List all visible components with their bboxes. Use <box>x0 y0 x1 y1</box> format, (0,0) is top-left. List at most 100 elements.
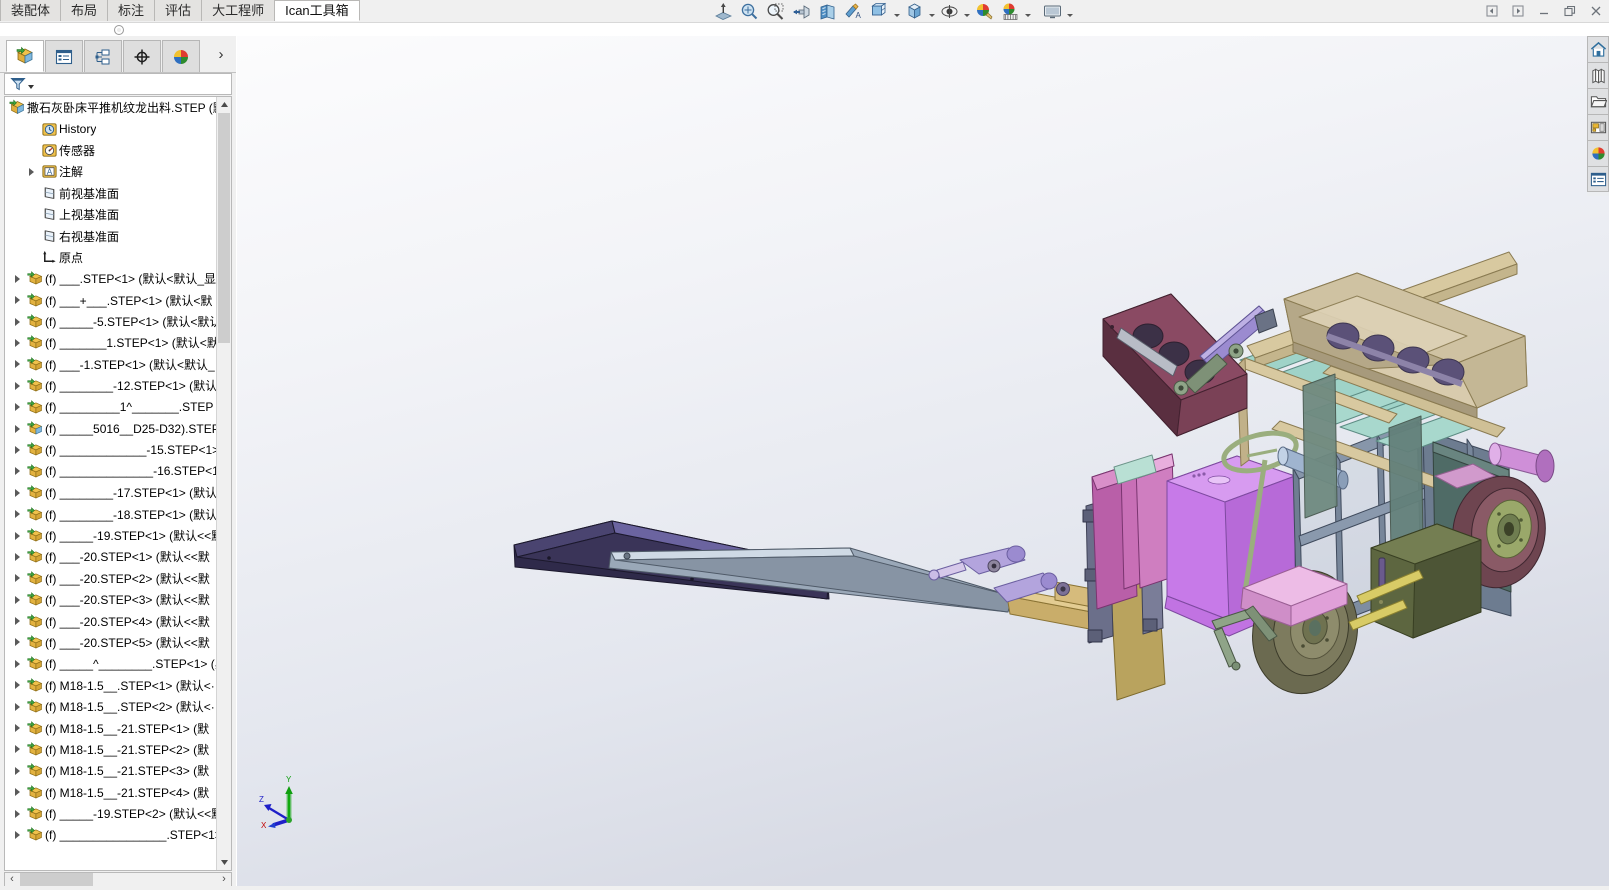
file-explorer-button[interactable] <box>1587 88 1609 114</box>
appearances-scenes-button[interactable] <box>1587 140 1609 166</box>
tree-item[interactable]: (f) ___-20.STEP<4> (默认<<默 <box>5 610 218 631</box>
tree-item[interactable]: (f) ___.STEP<1> (默认<默认_显 <box>5 268 218 289</box>
tree-item[interactable]: (f) _____5016__D25-D32).STEP< <box>5 418 218 439</box>
view-cube-icon[interactable] <box>901 0 927 22</box>
tree-item[interactable]: (f) ___-20.STEP<3> (默认<<默 <box>5 589 218 610</box>
expand-arrow-icon[interactable] <box>9 782 25 803</box>
tree-item[interactable]: 右视基准面 <box>5 225 218 246</box>
expand-arrow-icon[interactable] <box>9 525 25 546</box>
expand-arrow-icon[interactable] <box>9 632 25 653</box>
manager-tab-overflow-button[interactable]: › <box>212 45 230 63</box>
ribbon-tab-assembly[interactable]: 装配体 <box>0 0 62 21</box>
display-style-dropdown-arrow[interactable] <box>892 0 901 22</box>
expand-arrow-icon[interactable] <box>9 675 25 696</box>
tree-horizontal-scrollbar[interactable]: ‹ › <box>4 872 232 887</box>
tree-item[interactable]: 原点 <box>5 247 218 268</box>
sw-resources-button[interactable] <box>1587 36 1609 62</box>
scroll-left-arrow[interactable]: ‹ <box>5 873 19 886</box>
expand-arrow-icon[interactable] <box>9 482 25 503</box>
configuration-manager-tab[interactable] <box>84 40 122 72</box>
section-view-icon[interactable] <box>710 0 736 22</box>
ribbon-tab-ican-toolbox[interactable]: Ican工具箱 <box>275 0 360 21</box>
zoom-to-fit-icon[interactable] <box>736 0 762 22</box>
dimxpert-manager-tab[interactable] <box>123 40 161 72</box>
expand-arrow-icon[interactable] <box>9 611 25 632</box>
expand-arrow-icon[interactable] <box>9 332 25 353</box>
next-document-button[interactable] <box>1505 0 1531 22</box>
graphics-viewport[interactable]: Y Z X <box>237 36 1609 890</box>
tree-item[interactable]: (f) _____-19.STEP<1> (默认<<默 <box>5 525 218 546</box>
filter-dropdown-arrow[interactable] <box>28 85 34 89</box>
tree-item[interactable]: (f) M18-1.5__.STEP<2> (默认<· <box>5 696 218 717</box>
expand-arrow-icon[interactable] <box>9 375 25 396</box>
tree-item[interactable]: (f) ___-20.STEP<1> (默认<<默 <box>5 546 218 567</box>
tree-item[interactable]: (f) M18-1.5__.STEP<1> (默认<· <box>5 675 218 696</box>
tree-item[interactable]: (f) ________-18.STEP<1> (默认 <box>5 503 218 524</box>
rotate-view-icon[interactable] <box>814 0 840 22</box>
expand-arrow-icon[interactable] <box>9 653 25 674</box>
feature-tree-filter[interactable] <box>4 73 232 95</box>
custom-properties-button[interactable] <box>1587 166 1609 192</box>
expand-arrow-icon[interactable] <box>9 268 25 289</box>
expand-arrow-icon[interactable] <box>9 760 25 781</box>
tree-item[interactable]: (f) ___-1.STEP<1> (默认<默认_ <box>5 354 218 375</box>
zoom-in-out-icon[interactable] <box>788 0 814 22</box>
expand-arrow-icon[interactable] <box>23 161 39 182</box>
prev-document-button[interactable] <box>1479 0 1505 22</box>
tree-item[interactable]: (f) _________1^_______.STEP <box>5 396 218 417</box>
view-settings-icon[interactable] <box>1039 0 1065 22</box>
expand-arrow-icon[interactable] <box>9 568 25 589</box>
property-manager-tab[interactable] <box>45 40 83 72</box>
scroll-down-arrow[interactable] <box>217 855 231 870</box>
expand-arrow-icon[interactable] <box>9 718 25 739</box>
ribbon-tab-big-engineer[interactable]: 大工程师 <box>202 0 276 21</box>
ribbon-tab-annotation[interactable]: 标注 <box>108 0 156 21</box>
tree-item[interactable]: (f) ________-17.STEP<1> (默认 <box>5 482 218 503</box>
expand-arrow-icon[interactable] <box>9 824 25 845</box>
restore-button[interactable] <box>1557 0 1583 22</box>
tree-vertical-scrollbar[interactable] <box>216 97 231 870</box>
expand-arrow-icon[interactable] <box>9 311 25 332</box>
hide-show-items-icon[interactable] <box>936 0 962 22</box>
tree-item[interactable]: (f) ___+___.STEP<1> (默认<默 <box>5 290 218 311</box>
hide-show-dropdown-arrow[interactable] <box>962 0 971 22</box>
tree-item[interactable]: (f) ___-20.STEP<2> (默认<<默 <box>5 568 218 589</box>
display-style-icon[interactable] <box>866 0 892 22</box>
minimize-button[interactable] <box>1531 0 1557 22</box>
tree-item[interactable]: 上视基准面 <box>5 204 218 225</box>
scroll-right-arrow[interactable]: › <box>217 873 231 886</box>
expand-arrow-icon[interactable] <box>9 504 25 525</box>
display-manager-tab[interactable] <box>162 40 200 72</box>
tree-item[interactable]: (f) ___-20.STEP<5> (默认<<默 <box>5 632 218 653</box>
view-orientation-paint-icon[interactable]: A <box>840 0 866 22</box>
ribbon-pin-icon[interactable] <box>114 25 124 35</box>
expand-arrow-icon[interactable] <box>9 354 25 375</box>
expand-arrow-icon[interactable] <box>9 803 25 824</box>
scroll-thumb[interactable] <box>218 113 230 343</box>
tree-item[interactable]: (f) ________________.STEP<1> <box>5 824 218 845</box>
tree-item[interactable]: (f) _____^________.STEP<1> (黑 <box>5 653 218 674</box>
tree-item[interactable]: (f) _______1.STEP<1> (默认<默 <box>5 332 218 353</box>
expand-arrow-icon[interactable] <box>9 739 25 760</box>
tree-item[interactable]: (f) ________-12.STEP<1> (默认 <box>5 375 218 396</box>
ribbon-tab-evaluate[interactable]: 评估 <box>155 0 203 21</box>
tree-item[interactable]: 前视基准面 <box>5 183 218 204</box>
tree-item[interactable]: (f) M18-1.5__-21.STEP<3> (默 <box>5 760 218 781</box>
expand-arrow-icon[interactable] <box>9 418 25 439</box>
tree-item[interactable]: (f) _____________-15.STEP<1> <box>5 439 218 460</box>
view-settings-dropdown-arrow[interactable] <box>1065 0 1074 22</box>
apply-scene-dropdown-arrow[interactable] <box>1023 0 1032 22</box>
design-library-button[interactable] <box>1587 62 1609 88</box>
scroll-up-arrow[interactable] <box>217 97 231 112</box>
tree-root-item[interactable]: 撒石灰卧床平推机纹龙出料.STEP (默 <box>5 97 218 118</box>
tree-item[interactable]: (f) M18-1.5__-21.STEP<4> (默 <box>5 782 218 803</box>
horizontal-scroll-thumb[interactable] <box>20 873 93 886</box>
feature-manager-tab[interactable] <box>6 40 44 72</box>
tree-item[interactable]: (f) M18-1.5__-21.STEP<2> (默 <box>5 739 218 760</box>
tree-item[interactable]: (f) _____-19.STEP<2> (默认<<默 <box>5 803 218 824</box>
expand-arrow-icon[interactable] <box>9 546 25 567</box>
tree-item[interactable]: (f) _____-5.STEP<1> (默认<默认 <box>5 311 218 332</box>
tree-item[interactable]: 传感器 <box>5 140 218 161</box>
tree-item[interactable]: (f) M18-1.5__-21.STEP<1> (默 <box>5 717 218 738</box>
ribbon-tab-layout[interactable]: 布局 <box>61 0 109 21</box>
